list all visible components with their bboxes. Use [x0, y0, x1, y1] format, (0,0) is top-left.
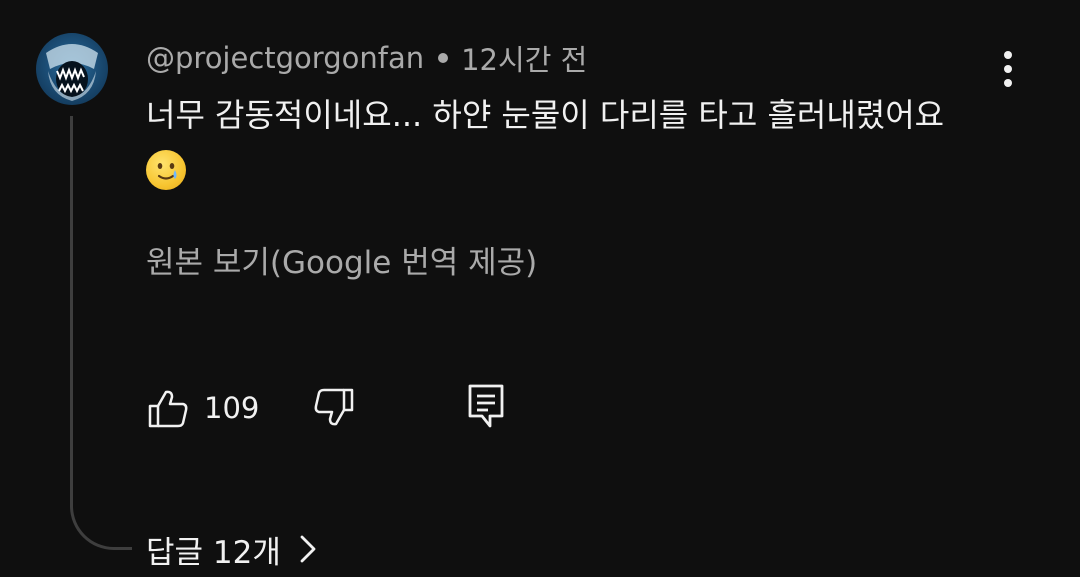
chevron-right-icon — [300, 535, 316, 563]
thumb-up-icon — [148, 390, 188, 428]
comment-text: 너무 감동적이네요... 하얀 눈물이 다리를 타고 흘러내렸어요 — [146, 96, 945, 134]
dislike-button[interactable] — [312, 386, 356, 430]
comment-header: @projectgorgonfan 12시간 전 — [146, 38, 587, 78]
like-button[interactable] — [146, 386, 190, 430]
view-replies-button[interactable]: 답글 12개 — [146, 524, 317, 574]
like-count: 109 — [204, 391, 260, 425]
smiling-face-with-tear-icon — [146, 150, 186, 190]
more-options-button[interactable] — [990, 46, 1026, 92]
comment-body: 너무 감동적이네요... 하얀 눈물이 다리를 타고 흘러내렸어요 — [146, 88, 1006, 250]
reply-comment-icon — [468, 384, 504, 428]
avatar[interactable] — [36, 33, 108, 105]
timestamp: 12시간 전 — [461, 43, 588, 77]
shark-avatar-icon — [46, 44, 98, 101]
author-name[interactable]: @projectgorgonfan — [146, 41, 424, 75]
reply-button[interactable] — [464, 382, 508, 430]
comment-actions: 109 — [146, 380, 546, 434]
reply-thread-line — [70, 116, 132, 550]
separator-dot — [438, 53, 449, 63]
replies-label: 답글 12개 — [146, 534, 281, 571]
more-vert-icon — [1004, 51, 1012, 59]
thumb-down-icon — [314, 388, 354, 426]
see-original-link[interactable]: 원본 보기(Google 번역 제공) — [146, 238, 537, 288]
